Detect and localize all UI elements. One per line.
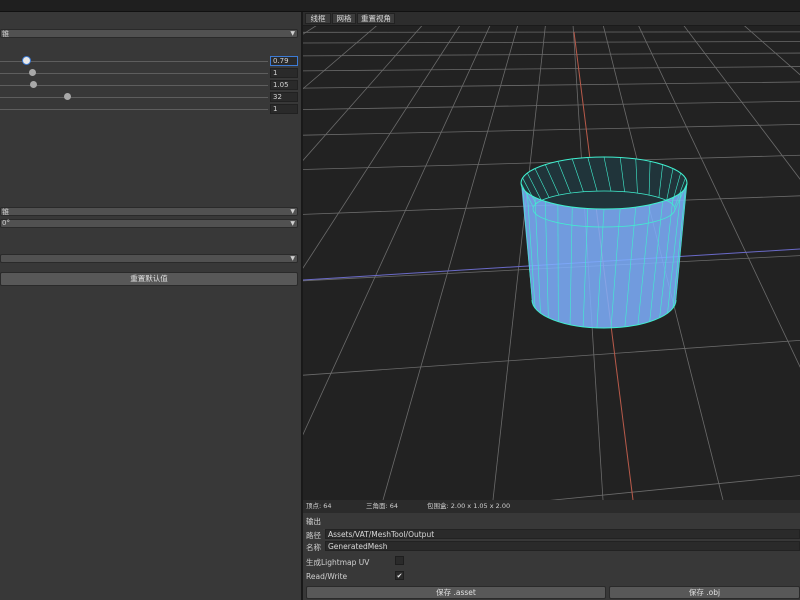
slider-knob[interactable] <box>63 93 71 100</box>
save-asset-button[interactable]: 保存 .asset <box>306 586 606 599</box>
viewport-toolbar: 线框 网格 重置视角 <box>303 12 800 26</box>
slider-1[interactable] <box>0 56 268 66</box>
slider-track <box>0 61 268 62</box>
type-dropdown-value: 锥 <box>2 208 9 216</box>
slider-4-field[interactable]: 32 <box>270 92 298 102</box>
grid-line <box>303 26 423 161</box>
grid-line <box>303 41 800 44</box>
slider-2[interactable] <box>0 68 268 78</box>
slider-5-field[interactable]: 1 <box>270 104 298 114</box>
chevron-down-icon: ▼ <box>290 255 295 262</box>
read-write-label: Read/Write <box>306 572 348 581</box>
tab-mesh[interactable]: 网格 <box>332 13 356 24</box>
grid-line <box>303 26 491 436</box>
shape-dropdown-value: 锥 <box>2 30 9 38</box>
slider-track <box>0 109 268 110</box>
grid-line <box>303 100 800 110</box>
slider-knob[interactable] <box>23 57 31 64</box>
name-input[interactable]: GeneratedMesh <box>325 541 800 551</box>
grid-line <box>303 26 461 269</box>
slider-4[interactable] <box>0 92 268 102</box>
bounds-size: 包围盒: 2.00 x 1.05 x 2.00 <box>427 502 511 510</box>
slider-track <box>0 97 268 98</box>
name-label: 名称 <box>306 543 321 552</box>
slider-track <box>0 85 268 86</box>
grid-line <box>303 124 800 136</box>
triangle-count: 三角面: 64 <box>366 502 399 510</box>
cone-mesh <box>520 156 688 329</box>
slider-3-field[interactable]: 1.05 <box>270 80 298 90</box>
scene-viewport[interactable] <box>303 26 800 500</box>
slider-knob[interactable] <box>30 81 38 88</box>
chevron-down-icon: ▼ <box>290 30 295 37</box>
path-input[interactable]: Assets/VAT/MeshTool/Output <box>325 529 800 539</box>
tab-reset-view[interactable]: 重置视角 <box>357 13 395 24</box>
type-dropdown[interactable]: 锥 ▼ <box>0 207 298 216</box>
read-write-checkbox[interactable]: ✔ <box>395 571 404 580</box>
grid-line <box>549 475 800 500</box>
vertex-count: 顶点: 64 <box>306 502 332 510</box>
lightmap-uv-checkbox[interactable] <box>395 556 404 565</box>
slider-knob[interactable] <box>28 69 36 76</box>
top-bar <box>0 0 800 12</box>
output-title: 输出 <box>306 517 321 526</box>
grid-line <box>303 26 377 90</box>
stats-bar: 顶点: 64 三角面: 64 包围盒: 2.00 x 1.05 x 2.00 <box>303 500 800 513</box>
slider-track <box>0 73 268 74</box>
path-label: 路径 <box>306 531 321 540</box>
grid-line <box>303 340 800 376</box>
shape-dropdown[interactable]: 锥 ▼ <box>0 29 298 38</box>
grid-line <box>303 66 800 72</box>
slider-1-field[interactable]: 0.79 <box>270 56 298 66</box>
angle-dropdown-value: 0° <box>2 219 10 227</box>
slider-5[interactable] <box>0 104 268 114</box>
save-obj-button[interactable]: 保存 .obj <box>609 586 800 599</box>
chevron-down-icon: ▼ <box>290 208 295 215</box>
chevron-down-icon: ▼ <box>290 220 295 227</box>
option-dropdown[interactable]: ▼ <box>0 254 298 263</box>
inspector-panel: 锥 ▼ 0.79 1 1.05 32 1 锥 ▼ 0° ▼ ▼ 重置默认值 <box>0 12 301 600</box>
grid-line <box>303 52 800 57</box>
checkmark-icon: ✔ <box>396 572 403 580</box>
lightmap-uv-label: 生成Lightmap UV <box>306 558 370 567</box>
slider-3[interactable] <box>0 80 268 90</box>
output-section: 输出 路径 Assets/VAT/MeshTool/Output 名称 Gene… <box>303 513 800 600</box>
grid-line <box>303 26 317 35</box>
cone-top-rim <box>520 156 688 210</box>
slider-2-field[interactable]: 1 <box>270 68 298 78</box>
reset-defaults-button[interactable]: 重置默认值 <box>0 272 298 286</box>
angle-dropdown[interactable]: 0° ▼ <box>0 219 298 228</box>
tab-wireframe[interactable]: 线框 <box>305 13 331 24</box>
grid-line <box>303 81 800 89</box>
